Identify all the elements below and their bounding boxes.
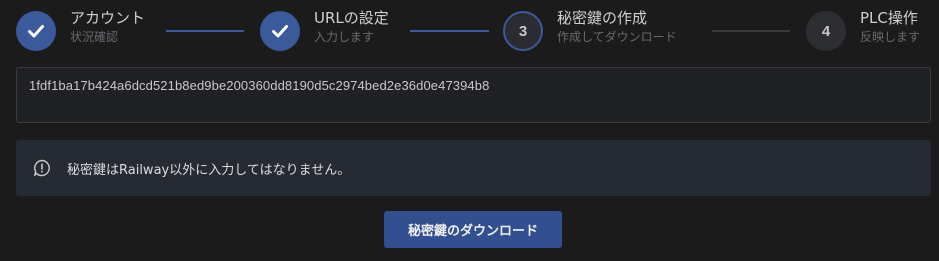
step-3-subtitle: 作成してダウンロード — [557, 30, 677, 44]
step-1-circle — [16, 11, 56, 51]
step-1-subtitle: 状況確認 — [70, 30, 119, 44]
step-3-number: 3 — [518, 22, 528, 40]
checkmark-icon — [28, 25, 44, 38]
step-2-title: URLの設定 — [314, 9, 389, 27]
secret-key-field[interactable]: 1fdf1ba17b424a6dcd521b8ed9be200360dd8190… — [16, 67, 931, 123]
alert-message: 秘密鍵はRailway以外に入力してはなりません。 — [67, 162, 351, 178]
step-connector — [410, 30, 489, 32]
secret-key-value: 1fdf1ba17b424a6dcd521b8ed9be200360dd8190… — [29, 78, 490, 93]
warning-alert: 秘密鍵はRailway以外に入力してはなりません。 — [16, 140, 931, 196]
step-4-number: 4 — [821, 22, 831, 40]
step-2-subtitle: 入力します — [314, 30, 375, 44]
step-connector — [712, 30, 790, 32]
info-circle-icon — [33, 159, 51, 177]
step-connector — [166, 30, 244, 32]
download-key-button[interactable]: 秘密鍵のダウンロード — [384, 211, 562, 248]
step-2-circle — [260, 11, 300, 51]
step-3-title: 秘密鍵の作成 — [557, 9, 648, 27]
stepper: アカウント 状況確認 URLの設定 入力します 3 秘密鍵の作成 作成してダウン… — [16, 8, 939, 56]
step-4-circle: 4 — [806, 11, 846, 51]
step-3-circle: 3 — [503, 11, 543, 51]
step-4-subtitle: 反映します — [860, 30, 921, 44]
step-4-title: PLC操作 — [860, 9, 918, 27]
checkmark-icon — [272, 25, 288, 38]
step-1-title: アカウント — [70, 9, 146, 27]
